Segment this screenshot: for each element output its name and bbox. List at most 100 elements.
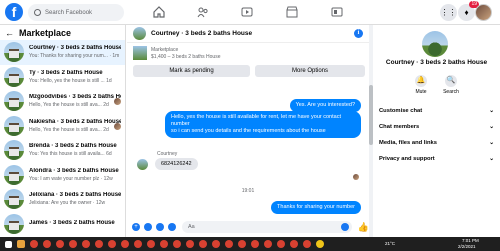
windows-start-icon[interactable] — [5, 240, 12, 248]
menu-grid-icon[interactable]: ⋮⋮ — [440, 4, 457, 21]
image-icon[interactable] — [143, 223, 152, 231]
media-files-item[interactable]: Media, files and links ⌄ — [379, 140, 494, 146]
sidebar-title: Marketplace — [19, 27, 72, 38]
message-line: Hello, yes the house is still available … — [171, 114, 341, 127]
chrome-icon[interactable] — [251, 240, 259, 248]
plus-icon[interactable]: + — [132, 223, 140, 231]
clock-time[interactable]: 7:01 PM — [462, 238, 479, 243]
chrome-icon[interactable] — [290, 240, 298, 248]
chat-avatar[interactable] — [133, 27, 146, 40]
conversation-item[interactable]: Jelixiana · 3 beds 2 baths House Jelixian… — [0, 187, 125, 212]
chrome-icon[interactable] — [121, 240, 129, 248]
conversation-item[interactable]: Brenda · 3 beds 2 baths House You: Yes th… — [0, 138, 125, 163]
friends-icon[interactable] — [197, 6, 209, 18]
listing-summary[interactable]: Marketplace $1,400 – 3 beds 2 baths Hous… — [127, 43, 369, 63]
message-input[interactable]: Aa — [181, 221, 352, 233]
more-options-button[interactable]: More Options — [255, 65, 365, 77]
chrome-icon[interactable] — [225, 240, 233, 248]
conversation-preview: You: I am wate your number plz · 12w — [29, 175, 113, 182]
groups-icon[interactable] — [331, 6, 343, 18]
conversation-item[interactable]: James · 3 beds 2 baths House — [0, 212, 125, 237]
chrome-icon[interactable] — [69, 240, 77, 248]
listing-thumbnail — [4, 91, 24, 112]
chrome-icon[interactable] — [147, 240, 155, 248]
marketplace-icon[interactable] — [286, 6, 298, 18]
conversation-preview: Jelixiana: Are you the owner · 12w — [29, 200, 106, 207]
incoming-message[interactable]: 6824126242 — [155, 158, 198, 170]
conversation-preview: You: Hello, yes the house is still ... 1… — [29, 77, 112, 84]
conversation-item[interactable]: Alondra · 3 beds 2 baths House You: I am … — [0, 163, 125, 188]
listing-thumbnail — [4, 66, 24, 87]
seen-avatar — [114, 122, 121, 130]
listing-price: $1,400 – 3 beds 2 baths House — [151, 53, 221, 60]
account-avatar[interactable] — [475, 4, 492, 21]
like-icon[interactable]: 👍 — [358, 222, 369, 233]
chrome-icon[interactable] — [95, 240, 103, 248]
search-label: Search — [443, 89, 459, 95]
search-icon — [34, 9, 41, 16]
seen-avatar — [353, 174, 359, 180]
chrome-icon[interactable] — [82, 240, 90, 248]
mute-button[interactable]: 🔔 Mute — [406, 75, 436, 95]
chrome-icon[interactable] — [199, 240, 207, 248]
bell-icon: 🔔 — [415, 75, 427, 87]
chat-panel: Courtney · 3 beds 2 baths House i Market… — [127, 25, 369, 237]
outgoing-message[interactable]: Hello, yes the house is still available … — [165, 111, 361, 138]
conversation-name: Brenda · 3 beds 2 baths House — [29, 143, 117, 150]
chrome-icon[interactable] — [160, 240, 168, 248]
clock-date[interactable]: 2/2/2021 — [458, 244, 476, 249]
message-thread: Yes. Are you interested? Hello, yes the … — [127, 81, 369, 217]
outgoing-message[interactable]: Thanks for sharing your number — [271, 201, 361, 214]
info-icon[interactable]: i — [354, 29, 363, 38]
conversation-item[interactable]: Nakiesha · 3 beds 2 baths House Hello, Ye… — [0, 114, 125, 139]
chevron-down-icon: ⌄ — [489, 108, 494, 114]
listing-thumbnail — [4, 164, 24, 185]
chrome-icon[interactable] — [186, 240, 194, 248]
chevron-down-icon: ⌄ — [489, 156, 494, 162]
notifications-icon[interactable]: ♦ 19 — [458, 1, 479, 21]
gif-icon[interactable] — [167, 223, 176, 231]
conversation-item[interactable]: Mzgoodvibes · 3 beds 2 baths HouseHello,… — [0, 89, 125, 114]
listing-thumbnail — [4, 189, 24, 210]
emoji-icon[interactable] — [340, 223, 349, 231]
chrome-icon[interactable] — [43, 240, 51, 248]
mute-label: Mute — [415, 89, 427, 95]
facebook-logo[interactable]: f — [5, 3, 23, 21]
customise-chat-item[interactable]: Customise chat ⌄ — [379, 108, 494, 114]
chrome-icon[interactable] — [30, 240, 38, 248]
chrome-icon[interactable] — [238, 240, 246, 248]
conversation-item[interactable]: Courtney · 3 beds 2 baths House You: Than… — [0, 40, 125, 65]
home-icon[interactable] — [153, 6, 165, 18]
conversation-name: Jelixiana · 3 beds 2 baths House — [29, 192, 121, 199]
chat-title[interactable]: Courtney · 3 beds 2 baths House — [151, 30, 252, 37]
chrome-icon[interactable] — [108, 240, 116, 248]
chrome-icon[interactable] — [264, 240, 272, 248]
mark-as-pending-button[interactable]: Mark as pending — [133, 65, 250, 77]
chrome-icon[interactable] — [303, 240, 311, 248]
privacy-support-item[interactable]: Privacy and support ⌄ — [379, 156, 494, 162]
chat-members-item[interactable]: Chat members ⌄ — [379, 124, 494, 130]
search-input[interactable]: Search Facebook — [28, 4, 124, 21]
chrome-icon[interactable] — [277, 240, 285, 248]
conversation-name: Nakiesha · 3 beds 2 baths House — [29, 118, 121, 125]
weather-icon[interactable] — [316, 240, 324, 248]
chrome-icon[interactable] — [56, 240, 64, 248]
file-explorer-icon[interactable] — [17, 240, 25, 248]
conversation-preview: Hello, Yes the house is still ava... 2d — [29, 126, 109, 133]
conversation-avatar — [422, 31, 448, 57]
sticker-icon[interactable] — [155, 223, 164, 231]
conversation-name: James · 3 beds 2 baths House — [29, 219, 115, 226]
chrome-icon[interactable] — [134, 240, 142, 248]
watch-icon[interactable] — [241, 6, 253, 18]
search-conversation-button[interactable]: 🔍 Search — [436, 75, 466, 95]
search-icon: 🔍 — [445, 75, 457, 87]
chrome-icon[interactable] — [212, 240, 220, 248]
conversation-preview: You: Yes this house is still availa... 6… — [29, 151, 112, 158]
back-arrow-icon[interactable]: ← — [5, 28, 14, 38]
listing-label: Marketplace — [151, 46, 179, 53]
chrome-icon[interactable] — [173, 240, 181, 248]
item-label: Chat members — [379, 124, 420, 130]
item-label: Media, files and links — [379, 140, 437, 146]
conversation-item[interactable]: Ty · 3 beds 2 baths House You: Hello, yes… — [0, 65, 125, 90]
conversation-preview: You: Thanks for sharing your num... · 1m — [29, 53, 120, 60]
